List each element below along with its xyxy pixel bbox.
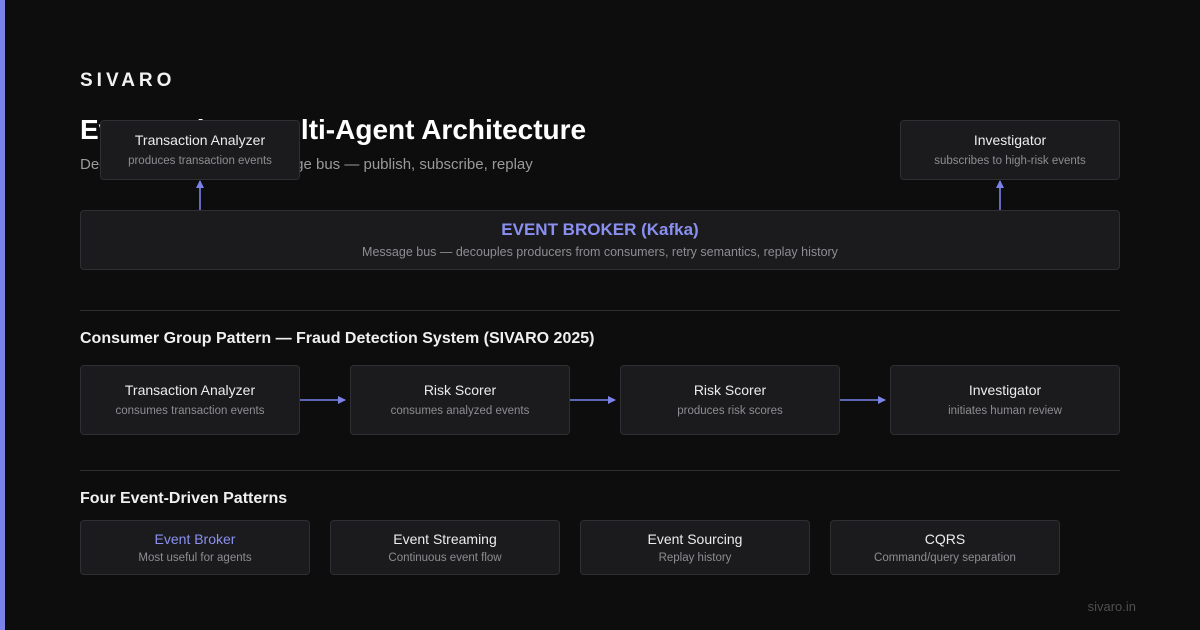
diagram-arrows [196, 180, 1004, 404]
